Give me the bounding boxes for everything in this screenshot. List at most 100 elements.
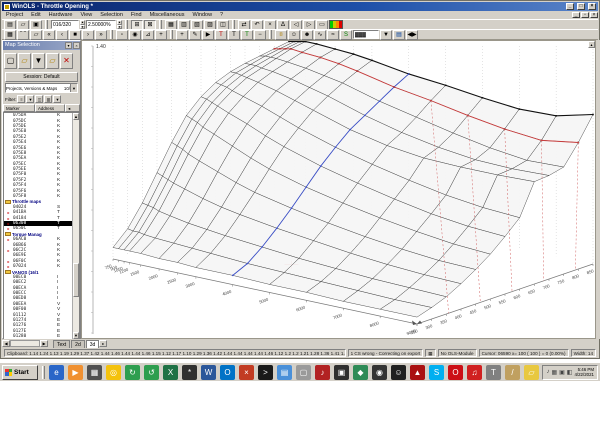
taskbar-opera-icon[interactable]: O xyxy=(448,364,463,380)
text-green-icon[interactable]: T xyxy=(241,29,253,40)
chevron-down-icon[interactable]: ▼ xyxy=(70,84,77,92)
map-folder-row[interactable]: Throttle maps xyxy=(4,199,79,204)
zoom-field[interactable]: 2.50000% xyxy=(86,20,116,29)
map-row[interactable]: 075DC K xyxy=(4,118,79,124)
pane-splitter-button[interactable]: ▴ xyxy=(588,41,595,48)
menu-item-miscellaneous[interactable]: Miscellaneous xyxy=(146,12,189,18)
insert-icon[interactable]: + xyxy=(176,29,188,40)
delete-icon[interactable]: × xyxy=(264,19,276,30)
tab-text[interactable]: Text xyxy=(53,339,71,348)
taskbar-security-icon[interactable]: ▲ xyxy=(410,364,425,380)
tray-network-icon[interactable]: ▦ xyxy=(551,369,557,376)
chart-area-icon[interactable]: ≈ xyxy=(327,29,339,40)
run-icon[interactable]: ▶ xyxy=(202,29,214,40)
filter-2-icon[interactable]: ▼ xyxy=(26,95,35,103)
taskbar-file-icon[interactable]: ▢ xyxy=(296,364,311,380)
hscroll-left-icon[interactable]: ◀ xyxy=(2,340,10,347)
filter-3-icon[interactable]: ◫ xyxy=(35,95,44,103)
taskbar-tool-icon[interactable]: * xyxy=(182,364,197,380)
column-address[interactable]: Address xyxy=(35,104,65,112)
map-row[interactable]: ▸ 041BA T xyxy=(4,210,79,215)
tab-2d[interactable]: 2d xyxy=(71,339,85,348)
map-row[interactable]: 00F00 V xyxy=(4,307,79,312)
zoom-page-icon[interactable]: ◉ xyxy=(129,29,141,40)
map-row[interactable]: ▸ 0650C T xyxy=(4,226,79,231)
map-row[interactable]: 06B66 K xyxy=(4,242,79,248)
column-marker[interactable]: Marker xyxy=(3,104,35,112)
surface-plot[interactable]: 1.4075090010501200 1500 2000 2500 3000400050… xyxy=(82,40,597,338)
prev-map-icon[interactable]: ◁ xyxy=(290,19,302,30)
swap-icon[interactable]: ⇄ xyxy=(238,19,250,30)
cursor-mode-icon[interactable]: + xyxy=(155,29,167,40)
map-row[interactable]: 06E9E K xyxy=(4,253,79,258)
hscroll-right-icon[interactable]: ▶ xyxy=(40,340,48,347)
maximize-button[interactable]: □ xyxy=(577,3,585,10)
text-red-icon[interactable]: T xyxy=(215,29,227,40)
map-row[interactable]: 075F4 K xyxy=(4,183,79,188)
doc-blue-icon[interactable]: ▤ xyxy=(393,29,405,40)
map-row[interactable]: 00ED8 I xyxy=(4,296,79,301)
next-map-icon[interactable]: ▷ xyxy=(303,19,315,30)
taskbar-chrome-icon[interactable]: ◎ xyxy=(106,364,121,380)
text-frame-icon[interactable]: T xyxy=(228,29,240,40)
session-button[interactable]: Session: Default xyxy=(5,72,78,82)
menu-item-hardware[interactable]: Hardware xyxy=(45,12,77,18)
filter-4-icon[interactable]: ▥ xyxy=(44,95,53,103)
menu-item-edit[interactable]: Edit xyxy=(27,12,44,18)
keys-icon[interactable]: ¤ xyxy=(275,29,287,40)
import-folder-icon[interactable]: ▱ xyxy=(46,53,59,69)
tab-3d[interactable]: 3d xyxy=(85,339,100,348)
map-folder-row[interactable]: VANOS (16/1 xyxy=(4,269,79,275)
delete-version-icon[interactable]: ✕ xyxy=(60,53,73,69)
taskbar-car-icon[interactable]: ▣ xyxy=(334,364,349,380)
menu-item-project[interactable]: Project xyxy=(2,12,27,18)
taskbar-internet-explorer-icon[interactable]: e xyxy=(49,364,64,380)
map-row[interactable]: 075F8 K xyxy=(4,194,79,199)
menu-item-view[interactable]: View xyxy=(76,12,96,18)
menu-item-window[interactable]: Window xyxy=(188,12,216,18)
search-binocular-icon[interactable]: ⌒ xyxy=(17,29,29,40)
map-row[interactable]: 075E4 K xyxy=(4,140,79,145)
minimize-button[interactable]: _ xyxy=(566,3,574,10)
vertical-scrollbar[interactable]: ▲ ▼ xyxy=(72,113,79,339)
child-minimize-button[interactable]: ‗ xyxy=(572,12,580,18)
tray-usb-icon[interactable]: ◧ xyxy=(567,369,573,376)
nav-first-icon[interactable]: « xyxy=(43,29,55,40)
taskbar-terminal-icon[interactable]: > xyxy=(258,364,273,380)
scroll-up-icon[interactable]: ▲ xyxy=(73,113,79,120)
map-row[interactable]: ▸ 06AC0 K xyxy=(4,237,79,242)
scope-dropdown[interactable]: Projects, Versions & Maps 10/ ▼ xyxy=(5,83,78,93)
zoom-spinner[interactable]: ▲ ▼ xyxy=(117,20,122,29)
menu-item-selection[interactable]: Selection xyxy=(96,12,127,18)
people-icon[interactable]: ☻ xyxy=(301,29,313,40)
map-row[interactable]: ▸ 07024 K xyxy=(4,264,79,269)
combo-dropdown-icon[interactable]: ▼ xyxy=(380,29,392,40)
menu-item-find[interactable]: Find xyxy=(127,12,146,18)
minus-icon[interactable]: − xyxy=(254,29,266,40)
map-row[interactable]: ▸ 04184 T xyxy=(4,215,79,221)
taskbar-excel-icon[interactable]: X xyxy=(163,364,178,380)
taskbar-game-icon[interactable]: ◆ xyxy=(353,364,368,380)
folder-small-icon[interactable]: ▱ xyxy=(30,29,42,40)
map-row[interactable]: 00EC2 I xyxy=(4,280,79,285)
map-row[interactable]: 075E0 K xyxy=(4,129,79,134)
taskbar-music-icon[interactable]: ♫ xyxy=(467,364,482,380)
taskbar-camera-icon[interactable]: ◉ xyxy=(372,364,387,380)
delta-icon[interactable]: Δ xyxy=(277,19,289,30)
map-view-icon[interactable]: ⊿ xyxy=(142,29,154,40)
edit-pencil-icon[interactable]: ✎ xyxy=(189,29,201,40)
map-row[interactable]: 01276 E xyxy=(4,323,79,328)
nav-stop-icon[interactable]: ■ xyxy=(69,29,81,40)
view-3d-icon[interactable]: ⊠ xyxy=(144,19,156,30)
taskbar-skype-icon[interactable]: S xyxy=(429,364,444,380)
script-green-icon[interactable]: S xyxy=(340,29,352,40)
column-sort[interactable]: ◂ xyxy=(65,104,80,112)
open-project-icon[interactable]: ▱ xyxy=(17,19,29,30)
counter-spinner[interactable]: ▲ ▼ xyxy=(80,20,85,29)
taskbar-media-player-icon[interactable]: ▶ xyxy=(68,364,83,380)
taskbar-media-red-icon[interactable]: ♪ xyxy=(315,364,330,380)
taskbar-sync-icon[interactable]: ↻ xyxy=(125,364,140,380)
tab-scroll-icon[interactable]: ▸ xyxy=(99,340,108,347)
open-dropdown-icon[interactable]: ▼ xyxy=(32,53,45,69)
filter-5-icon[interactable]: ▼ xyxy=(53,95,62,103)
